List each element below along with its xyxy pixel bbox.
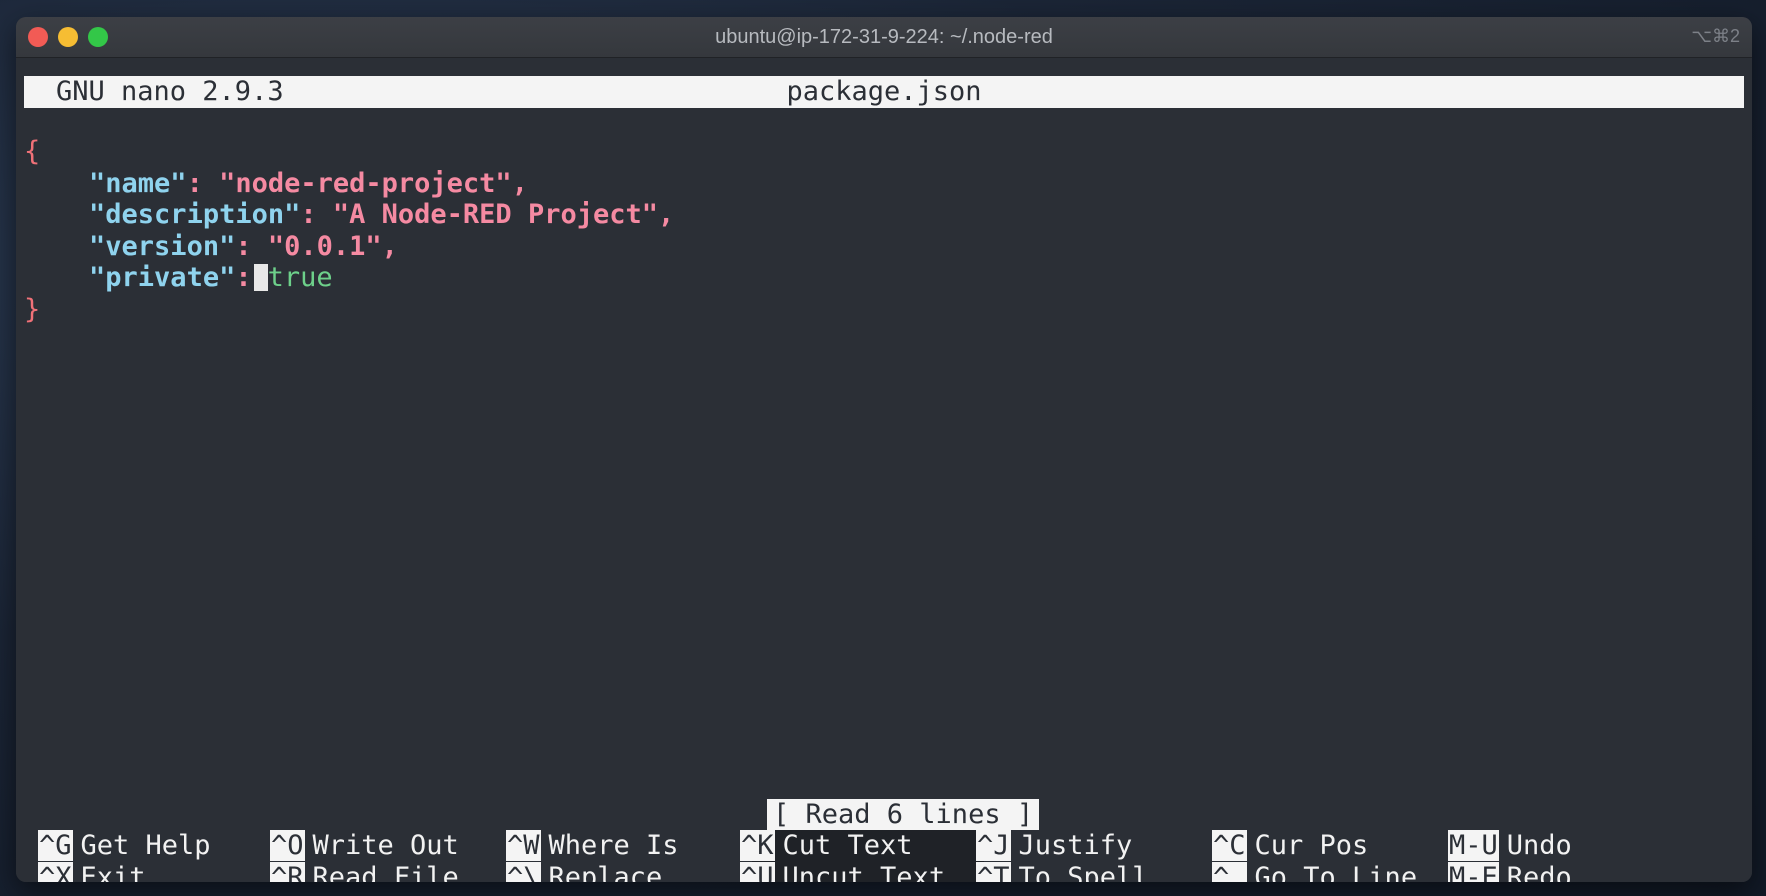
shortcut-label: Get Help bbox=[80, 830, 211, 861]
json-trail: , bbox=[381, 230, 398, 262]
status-message: [ Read 6 lines ] bbox=[767, 799, 1040, 830]
shortcut-read-file[interactable]: ^R Read File bbox=[270, 861, 459, 883]
shortcut-get-help[interactable]: ^G Get Help bbox=[38, 830, 211, 861]
code-line: "version": "0.0.1", bbox=[89, 230, 398, 262]
nano-header-bar: GNU nano 2.9.3 package.json bbox=[24, 76, 1744, 108]
shortcut-cur-pos[interactable]: ^C Cur Pos bbox=[1212, 830, 1368, 861]
shortcut-key: M-E bbox=[1448, 861, 1499, 882]
code-line: } bbox=[24, 294, 674, 326]
shortcut-label: Justify bbox=[1018, 830, 1133, 861]
json-value: "A Node-RED Project" bbox=[332, 199, 658, 230]
code-line: "name": "node-red-project", bbox=[89, 167, 528, 199]
shortcut-key: M-U bbox=[1448, 830, 1499, 861]
terminal-window: ubuntu@ip-172-31-9-224: ~/.node-red ⌥⌘2 … bbox=[16, 17, 1752, 882]
shortcut-label: Cut Text bbox=[782, 830, 913, 861]
shortcut-replace[interactable]: ^\ Replace bbox=[506, 861, 663, 883]
shortcut-label: Where Is bbox=[548, 830, 679, 861]
shortcut-key: ^C bbox=[1212, 830, 1247, 861]
shortcut-bar: ^G Get Help ^O Write Out ^W Where Is ^K Cut … bbox=[24, 830, 1744, 882]
shortcut-label: Cur Pos bbox=[1254, 830, 1369, 861]
json-key: "name" bbox=[89, 167, 187, 199]
shortcut-key: ^\ bbox=[506, 861, 541, 882]
json-key: "version" bbox=[89, 230, 236, 262]
window-shortcut-label: ⌥⌘2 bbox=[1691, 26, 1740, 46]
shortcut-key: ^J bbox=[976, 830, 1011, 861]
shortcut-undo[interactable]: M-U Undo bbox=[1448, 830, 1572, 861]
window-title: ubuntu@ip-172-31-9-224: ~/.node-red bbox=[715, 26, 1053, 48]
open-brace: { bbox=[24, 136, 41, 167]
shortcut-exit[interactable]: ^X Exit bbox=[38, 861, 146, 883]
code-line: "description": "A Node-RED Project", bbox=[89, 199, 675, 230]
shortcut-key: ^_ bbox=[1212, 861, 1247, 882]
shortcut-justify[interactable]: ^J Justify bbox=[976, 830, 1132, 861]
shortcut-label: Go To Line bbox=[1254, 861, 1418, 883]
shortcut-key: ^K bbox=[740, 830, 775, 861]
shortcut-key: ^W bbox=[506, 830, 541, 861]
shortcut-label: Redo bbox=[1506, 861, 1572, 883]
shortcut-to-spell[interactable]: ^T To Spell bbox=[976, 861, 1149, 883]
close-brace: } bbox=[24, 293, 41, 325]
text-cursor bbox=[253, 264, 268, 291]
shortcut-label: Write Out bbox=[312, 830, 459, 861]
shortcut-cut-text[interactable]: ^K Cut Text bbox=[740, 830, 913, 861]
code-line: { bbox=[24, 136, 674, 168]
json-key: "private" bbox=[89, 262, 236, 293]
shortcut-label: Replace bbox=[548, 861, 663, 883]
title-bar[interactable]: ubuntu@ip-172-31-9-224: ~/.node-red ⌥⌘2 bbox=[16, 17, 1752, 58]
shortcut-key: ^T bbox=[976, 861, 1011, 882]
shortcut-label: Read File bbox=[312, 861, 459, 883]
shortcut-go-to-line[interactable]: ^_ Go To Line bbox=[1212, 861, 1418, 883]
editor-text-area[interactable]: { "name": "node-red-project", "descripti… bbox=[24, 136, 674, 325]
shortcut-uncut-text[interactable]: ^U Uncut Text bbox=[740, 861, 946, 883]
shortcut-key: ^U bbox=[740, 861, 775, 882]
terminal-content[interactable]: GNU nano 2.9.3 package.json { "name": "n… bbox=[16, 58, 1752, 882]
shortcut-label: Exit bbox=[80, 861, 146, 883]
code-line: "private": true bbox=[89, 262, 333, 293]
json-value: "node-red-project" bbox=[219, 167, 512, 199]
shortcut-key: ^R bbox=[270, 861, 305, 882]
shortcut-label: Uncut Text bbox=[782, 861, 946, 883]
file-name: package.json bbox=[786, 76, 982, 107]
shortcut-key: ^X bbox=[38, 861, 73, 882]
json-key: "description" bbox=[89, 199, 301, 230]
shortcut-key: ^G bbox=[38, 830, 73, 861]
json-trail: , bbox=[657, 199, 675, 230]
json-value: true bbox=[267, 262, 333, 293]
json-value: "0.0.1" bbox=[267, 230, 382, 262]
shortcut-redo[interactable]: M-E Redo bbox=[1448, 861, 1572, 883]
shortcut-where-is[interactable]: ^W Where Is bbox=[506, 830, 679, 861]
json-trail: , bbox=[511, 167, 528, 199]
shortcut-key: ^O bbox=[270, 830, 305, 861]
shortcut-label: To Spell bbox=[1018, 861, 1149, 883]
shortcut-label: Undo bbox=[1506, 830, 1572, 861]
shortcut-write-out[interactable]: ^O Write Out bbox=[270, 830, 459, 861]
